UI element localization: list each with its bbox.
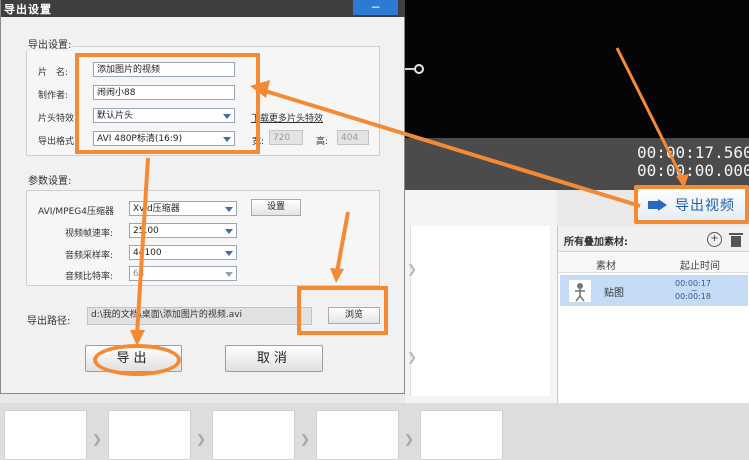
- annotation-circle-export: [93, 344, 181, 376]
- bitrate-value: 64: [133, 269, 145, 279]
- codec-value: Xvid压缩器: [133, 204, 180, 214]
- timeline-slot[interactable]: [316, 410, 399, 460]
- overlay-row-name: 贴图: [604, 288, 624, 299]
- time-display: 00:00:17.560 00:00:00.000: [637, 144, 749, 180]
- sample-rate-select[interactable]: 44100: [129, 245, 237, 260]
- sample-rate-label: 音频采样率:: [65, 251, 114, 261]
- chevron-right-icon: ❯: [407, 262, 418, 276]
- format-label: 导出格式:: [38, 137, 78, 147]
- export-group-title: 导出设置:: [26, 36, 74, 51]
- time-current: 00:00:17.560: [637, 143, 749, 162]
- material-list-panel: [410, 226, 550, 396]
- timeline-slot[interactable]: [212, 410, 295, 460]
- export-path-label: 导出路径:: [27, 316, 71, 327]
- bitrate-label: 音频比特率:: [65, 272, 114, 282]
- annotation-highlight-browse: [297, 286, 388, 335]
- col-time: 起止时间: [680, 261, 720, 272]
- bitrate-select[interactable]: 64: [129, 266, 237, 281]
- overlay-panel-title: 所有叠加素材:: [564, 237, 628, 248]
- chevron-right-icon: ❯: [196, 432, 207, 446]
- cancel-button[interactable]: 取消: [225, 345, 323, 372]
- preview-scrubber-knob[interactable]: [414, 64, 424, 74]
- fps-value: 25.00: [133, 226, 159, 236]
- sample-rate-value: 44100: [133, 248, 162, 258]
- dialog-title: 导出设置: [4, 3, 52, 16]
- table-row[interactable]: 贴图 00:00:17 ~ 00:00:18: [560, 275, 748, 306]
- chevron-right-icon: ❯: [407, 350, 418, 364]
- height-input: 404: [337, 130, 369, 145]
- chevron-right-icon: ❯: [92, 432, 103, 446]
- sticker-thumbnail-icon: [569, 280, 591, 302]
- timeline-slot[interactable]: [108, 410, 191, 460]
- author-label: 制作者:: [38, 91, 69, 101]
- chevron-right-icon: ❯: [404, 432, 415, 446]
- add-circle-icon[interactable]: +: [707, 232, 722, 247]
- timeline-slot[interactable]: [4, 410, 87, 460]
- chevron-down-icon: [225, 272, 233, 277]
- param-group-title: 参数设置:: [26, 172, 74, 187]
- annotation-highlight-export-video: [634, 185, 749, 224]
- overlay-panel-header: 所有叠加素材: +: [558, 226, 749, 252]
- trash-icon[interactable]: [729, 232, 743, 247]
- annotation-highlight-name-fields: [75, 53, 260, 154]
- chevron-down-icon: [225, 207, 233, 212]
- chevron-down-icon: [225, 251, 233, 256]
- export-path-input[interactable]: d:\我的文档\桌面\添加图片的视频.avi: [87, 307, 312, 325]
- width-input: 720: [269, 130, 303, 145]
- chevron-down-icon: [225, 229, 233, 234]
- overlay-table-header: 素材 起止时间: [558, 253, 749, 273]
- video-preview: [405, 0, 749, 138]
- fps-select[interactable]: 25.00: [129, 223, 237, 238]
- dialog-titlebar[interactable]: 导出设置 −: [1, 0, 405, 17]
- height-label: 高:: [316, 137, 329, 147]
- minimize-button[interactable]: −: [353, 0, 398, 15]
- download-effects-link[interactable]: 下载更多片头特效: [251, 111, 323, 124]
- opening-effect-label: 片头特效:: [38, 114, 78, 124]
- col-material: 素材: [596, 261, 616, 272]
- name-label: 片 名:: [38, 68, 69, 78]
- storyboard-timeline: ❯ ❯ ❯ ❯: [0, 403, 749, 460]
- codec-settings-button[interactable]: 设置: [251, 199, 301, 216]
- chevron-right-icon: ❯: [300, 432, 311, 446]
- fps-label: 视频帧速率:: [65, 229, 114, 239]
- codec-label: AVI/MPEG4压缩器: [38, 207, 115, 217]
- overlay-row-end: 00:00:18: [675, 292, 711, 301]
- timeline-slot[interactable]: [420, 410, 503, 460]
- time-total: 00:00:00.000: [637, 161, 749, 180]
- codec-select[interactable]: Xvid压缩器: [129, 201, 237, 216]
